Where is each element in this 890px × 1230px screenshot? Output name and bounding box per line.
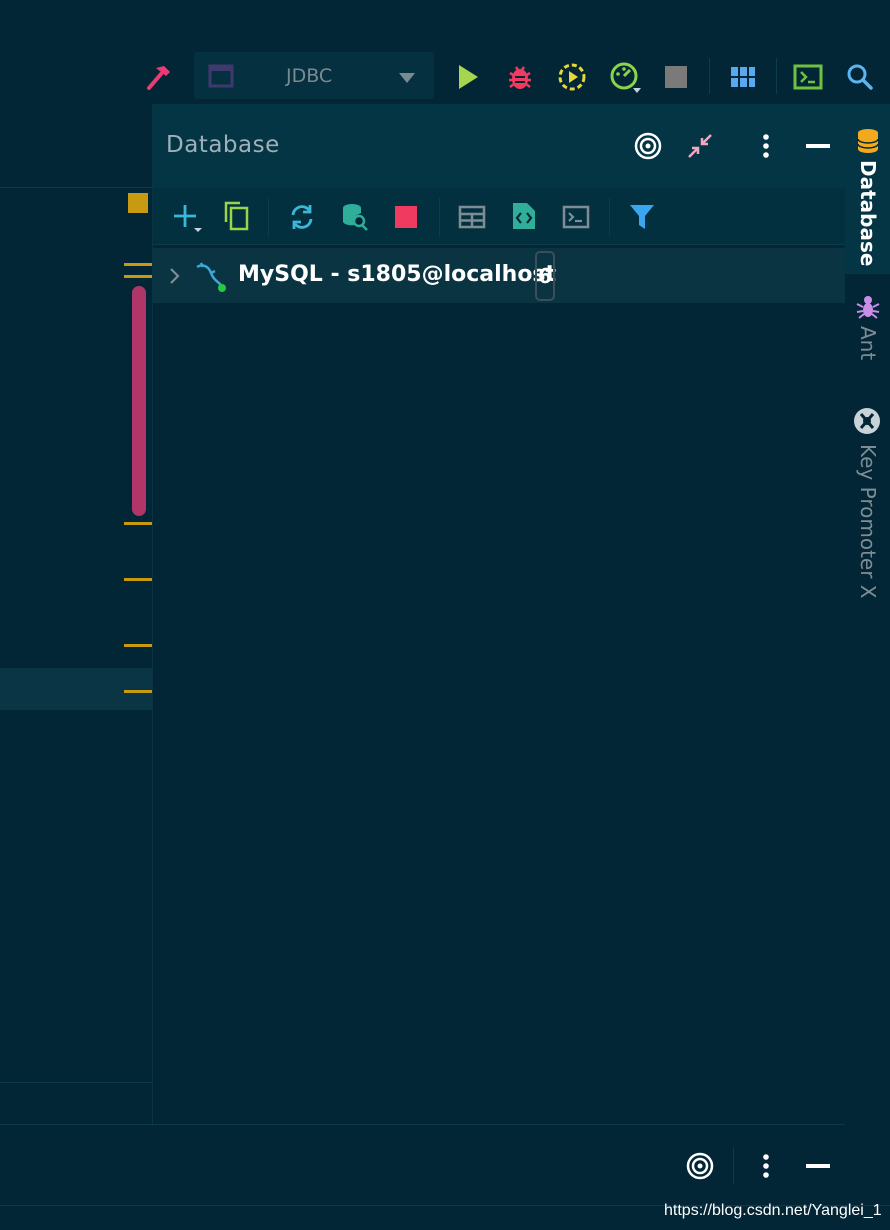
- refresh-icon[interactable]: [285, 200, 319, 234]
- add-icon[interactable]: [170, 200, 204, 234]
- sidebar-tab-label: Key Promoter X: [856, 444, 880, 599]
- ddl-icon[interactable]: [508, 198, 540, 234]
- collapse-icon[interactable]: [684, 130, 716, 162]
- sidebar-tab-key-promoter[interactable]: Key Promoter X: [850, 406, 886, 606]
- editor-error-stripe[interactable]: [124, 263, 152, 266]
- stop-icon[interactable]: [390, 200, 422, 234]
- database-icon: [856, 128, 880, 158]
- mysql-icon: [192, 258, 228, 294]
- editor-error-stripe[interactable]: [124, 690, 152, 693]
- editor-error-stripe[interactable]: [124, 644, 152, 647]
- layout-icon[interactable]: [726, 60, 760, 94]
- database-toolbar: [153, 188, 845, 245]
- toolbar-separator: [776, 58, 777, 94]
- more-icon[interactable]: [754, 1150, 778, 1182]
- count-badge: 6: [535, 251, 555, 301]
- editor-current-line: [0, 668, 152, 710]
- ant-icon: [854, 292, 882, 324]
- window-icon: [208, 64, 234, 92]
- key-promoter-icon: [852, 406, 882, 440]
- minimize-icon[interactable]: [804, 130, 832, 162]
- hammer-icon[interactable]: [140, 60, 176, 94]
- more-icon[interactable]: [754, 130, 778, 162]
- sidebar-tab-ant[interactable]: Ant: [852, 290, 884, 370]
- filter-icon[interactable]: [626, 200, 658, 234]
- console-icon[interactable]: [560, 200, 592, 234]
- editor-warning-marker[interactable]: [128, 193, 148, 213]
- toolbar-separator: [733, 1148, 734, 1184]
- stop-icon[interactable]: [660, 60, 692, 94]
- editor-error-stripe[interactable]: [124, 522, 152, 525]
- debug-icon[interactable]: [503, 60, 537, 94]
- toolbar-separator: [439, 198, 440, 236]
- copy-icon[interactable]: [220, 198, 252, 234]
- dropdown-arrow-icon[interactable]: [397, 70, 417, 89]
- bottom-panel-divider: [0, 1124, 845, 1125]
- watermark-text: https://blog.csdn.net/Yanglei_1: [664, 1202, 882, 1219]
- search-icon[interactable]: [843, 60, 877, 94]
- toolbar-separator: [268, 198, 269, 236]
- editor-divider: [0, 1082, 152, 1083]
- terminal-icon[interactable]: [790, 60, 826, 94]
- run-configuration-label: JDBC: [286, 65, 333, 87]
- sidebar-tab-database[interactable]: Database: [852, 124, 884, 267]
- chevron-right-icon[interactable]: [164, 264, 184, 288]
- profiler-icon[interactable]: [606, 58, 644, 96]
- editor-tab-divider: [0, 187, 152, 188]
- toolbar-separator: [609, 198, 610, 236]
- schema-search-icon[interactable]: [338, 200, 372, 234]
- target-icon[interactable]: [684, 1150, 716, 1182]
- table-icon[interactable]: [456, 200, 488, 234]
- run-configuration-selector[interactable]: JDBC: [194, 52, 434, 99]
- run-icon[interactable]: [452, 60, 484, 94]
- toolbar-separator: [709, 58, 710, 94]
- sidebar-tab-label: Database: [856, 160, 880, 267]
- editor-scrollbar[interactable]: [132, 286, 146, 516]
- sidebar-tab-label: Ant: [856, 326, 880, 361]
- coverage-icon[interactable]: [555, 60, 589, 94]
- editor-error-stripe[interactable]: [124, 578, 152, 581]
- minimize-icon[interactable]: [804, 1150, 832, 1182]
- editor-area: [0, 104, 153, 1124]
- panel-title: Database: [166, 132, 280, 158]
- editor-error-stripe[interactable]: [124, 275, 152, 278]
- tree-item-label: MySQL - s1805@localhost: [238, 262, 557, 287]
- target-icon[interactable]: [632, 130, 664, 162]
